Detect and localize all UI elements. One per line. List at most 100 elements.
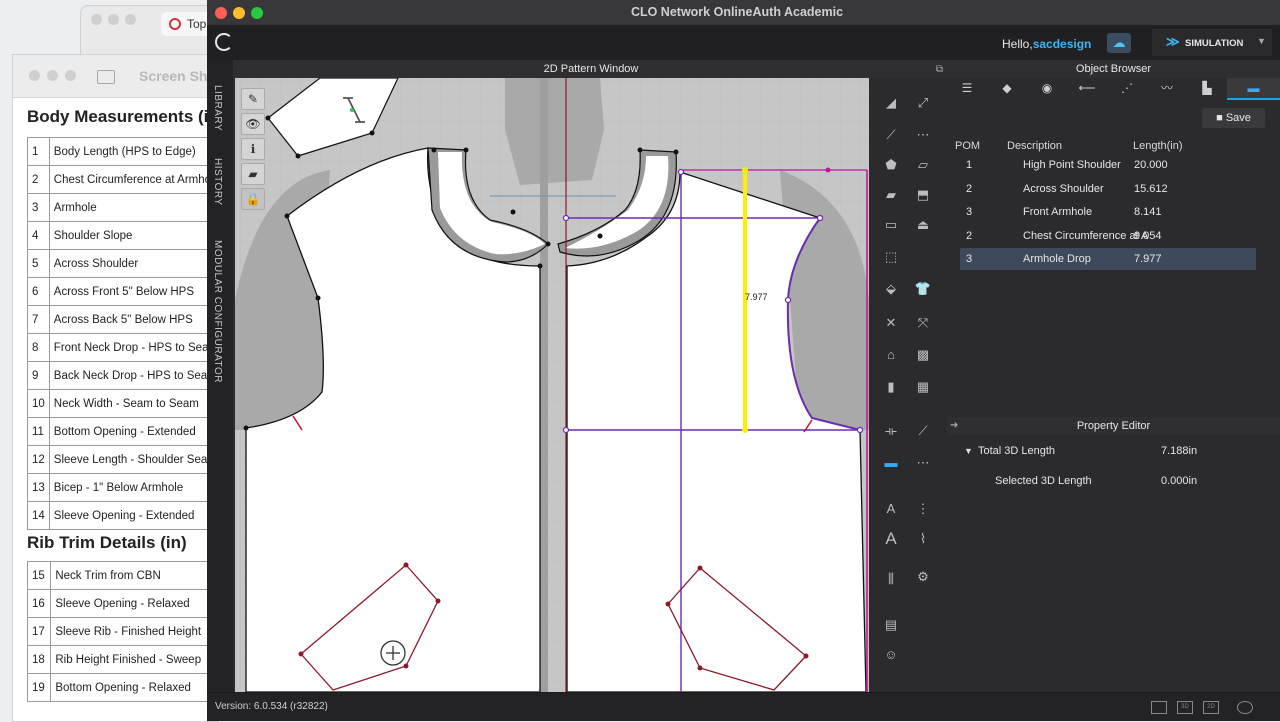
pen-tool-icon[interactable]: ✎ [241, 88, 265, 110]
tab-measure-icon[interactable]: ▬ [1227, 78, 1280, 100]
iron-icon[interactable]: ⏏ [911, 214, 935, 236]
cloud-icon[interactable]: ☁ [1107, 33, 1131, 53]
tab-list-icon[interactable]: ☰ [947, 78, 987, 98]
visibility-tool-icon[interactable]: 👁 [241, 113, 265, 135]
row-number: 2 [27, 165, 50, 194]
row-label: Across Back 5" Below HPS [48, 305, 225, 334]
pattern-fill-icon[interactable]: ▩ [911, 344, 935, 366]
measurement-pom: 2 [966, 182, 973, 195]
cut-icon[interactable]: ✕ [879, 312, 903, 334]
ruler-icon[interactable]: ⟛ [879, 420, 903, 442]
measurement-list-item[interactable]: 3 Armhole Drop 7.977 [960, 248, 1256, 270]
tape-measure-icon[interactable]: ▬ [879, 452, 903, 474]
line-icon[interactable]: ⟋ [911, 420, 935, 442]
tab-history[interactable]: HISTORY [212, 158, 223, 206]
view-2d-icon[interactable]: 2D [1203, 701, 1219, 714]
table-row: 1 Body Length (HPS to Edge) [27, 137, 225, 166]
info-icon[interactable]: ℹ [241, 138, 265, 160]
save-button[interactable]: ■ Save [1202, 108, 1265, 128]
measurement-description: Chest Circumference at A [1023, 229, 1149, 242]
tracing-icon[interactable]: ⬒ [911, 184, 935, 206]
tab-buttonhole-icon[interactable]: ⟵ [1067, 78, 1107, 98]
minimize-dot-icon [108, 14, 119, 25]
hps-point [825, 167, 831, 173]
folder-icon[interactable]: ▭ [879, 214, 903, 236]
pattern-canvas[interactable]: 7.977 [235, 78, 869, 692]
property-editor-header: Property Editor [947, 417, 1280, 435]
simulation-button[interactable]: ≫ SIMULATION ▼ [1152, 29, 1272, 56]
stitch-icon[interactable]: ⋮ [911, 498, 935, 520]
object-browser: Object Browser ☰ ◆ ◉ ⟵ ⋰ 〰 ▙ ▬ ■ Save PO… [947, 60, 1280, 416]
property-row-selected[interactable]: Selected 3D Length 0.000in [947, 471, 1280, 491]
row-number: 12 [27, 445, 50, 474]
row-number: 7 [27, 305, 50, 334]
username-link[interactable]: sacdesign [1033, 37, 1092, 51]
chevron-down-icon[interactable]: ▼ [1257, 36, 1266, 46]
measurement-pom: 3 [966, 253, 973, 265]
edit-pattern-icon[interactable]: ◢ [879, 92, 903, 114]
measurement-window-title: Screen Sho [139, 68, 217, 84]
view-3d-icon[interactable]: 3D [1177, 701, 1193, 714]
edit-point-icon[interactable]: ⟋ [879, 124, 903, 146]
dart-icon[interactable]: ⬙ [879, 278, 903, 300]
measurement-description: Armhole Drop [1023, 253, 1091, 265]
tab-puckering-icon[interactable]: 〰 [1147, 78, 1187, 98]
clo-window-title: CLO Network OnlineAuth Academic [630, 5, 844, 19]
table-row: 3 Armhole [27, 193, 225, 222]
rib-trim-table: 15 Neck Trim from CBN 16 Sleeve Opening - R… [26, 561, 218, 702]
table-row: 2 Chest Circumference at Armhole [27, 165, 225, 194]
rib-trim-heading: Rib Trim Details (in) [27, 533, 187, 552]
tab-zipper-icon[interactable]: ▙ [1187, 78, 1227, 98]
row-number: 8 [27, 333, 50, 362]
polygon-icon[interactable]: ⬟ [879, 154, 903, 176]
total-3d-length-value: 7.188in [1161, 445, 1198, 457]
barcode-icon[interactable]: ⫼ [879, 568, 903, 590]
measurement-window: Screen Sho Body Measurements (in) 1 Body … [12, 54, 225, 722]
split-view-icon[interactable] [1151, 701, 1167, 714]
notch-icon[interactable]: ⌂ [879, 344, 903, 366]
property-row-total[interactable]: ▼ Total 3D Length 7.188in [947, 441, 1280, 461]
transform-icon[interactable]: ⤢ [911, 92, 935, 114]
edit-curve-icon[interactable]: ⋯ [911, 124, 935, 146]
zoom-dot-icon [65, 70, 76, 81]
text-tool-icon[interactable]: A [879, 498, 903, 520]
trace-icon[interactable]: ▰ [879, 184, 903, 206]
tab-fabric-icon[interactable]: ◆ [987, 78, 1027, 98]
collapse-arrow-icon[interactable]: ➜ [950, 417, 958, 435]
fabric-icon[interactable]: ▰ [241, 163, 265, 185]
measurement-list-item[interactable]: 3 Front Armhole 8.141 [960, 201, 1256, 223]
table-row: 17 Sleeve Rib - Finished Height [26, 617, 218, 646]
measurement-pom: 3 [966, 206, 973, 218]
zigzag-icon[interactable]: ⌇ [911, 528, 935, 550]
pattern-svg[interactable]: 7.977 [235, 78, 869, 692]
texture-icon[interactable]: ▦ [911, 376, 935, 398]
object-browser-header: Object Browser [947, 60, 1280, 78]
stack-icon[interactable]: ▤ [879, 614, 903, 636]
settings-icon[interactable] [1237, 701, 1253, 714]
lock-icon[interactable]: 🔒 [241, 188, 265, 210]
sidebar-toggle-icon[interactable] [97, 70, 115, 84]
row-number: 15 [26, 561, 52, 590]
text-large-icon[interactable]: A [879, 528, 903, 550]
clo-logo-icon[interactable] [215, 33, 233, 51]
tab-button-icon[interactable]: ◉ [1027, 78, 1067, 98]
tab-library[interactable]: LIBRARY [212, 85, 223, 131]
tab-topstitch-icon[interactable]: ⋰ [1107, 78, 1147, 98]
box-icon[interactable]: ▮ [879, 376, 903, 398]
measurement-list-item[interactable]: 2 Across Shoulder 15.612 [960, 178, 1256, 200]
row-number: 18 [26, 645, 52, 674]
rectangle-icon[interactable]: ▱ [911, 154, 935, 176]
measurement-list-item[interactable]: 2 Chest Circumference at A 9.054 [960, 225, 1256, 247]
sewing-icon[interactable]: ⤧ [911, 312, 935, 334]
expand-triangle-icon[interactable]: ▼ [964, 441, 973, 461]
row-label: Chest Circumference at Armhole [48, 165, 225, 194]
internal-rect-icon[interactable]: ⬚ [879, 246, 903, 268]
garment-icon[interactable]: 👕 [911, 278, 935, 300]
tab-modular-configurator[interactable]: MODULAR CONFIGURATOR [212, 240, 223, 383]
button-icon[interactable]: ⚙ [911, 566, 935, 588]
browser-tab-title: Top [187, 17, 207, 31]
measurement-list-item[interactable]: 1 High Point Shoulder 20.000 [960, 154, 1256, 176]
segment-icon[interactable]: ⋯ [911, 452, 935, 474]
popout-icon[interactable]: ⧉ [936, 61, 943, 79]
avatar-icon[interactable]: ☺ [879, 644, 903, 666]
